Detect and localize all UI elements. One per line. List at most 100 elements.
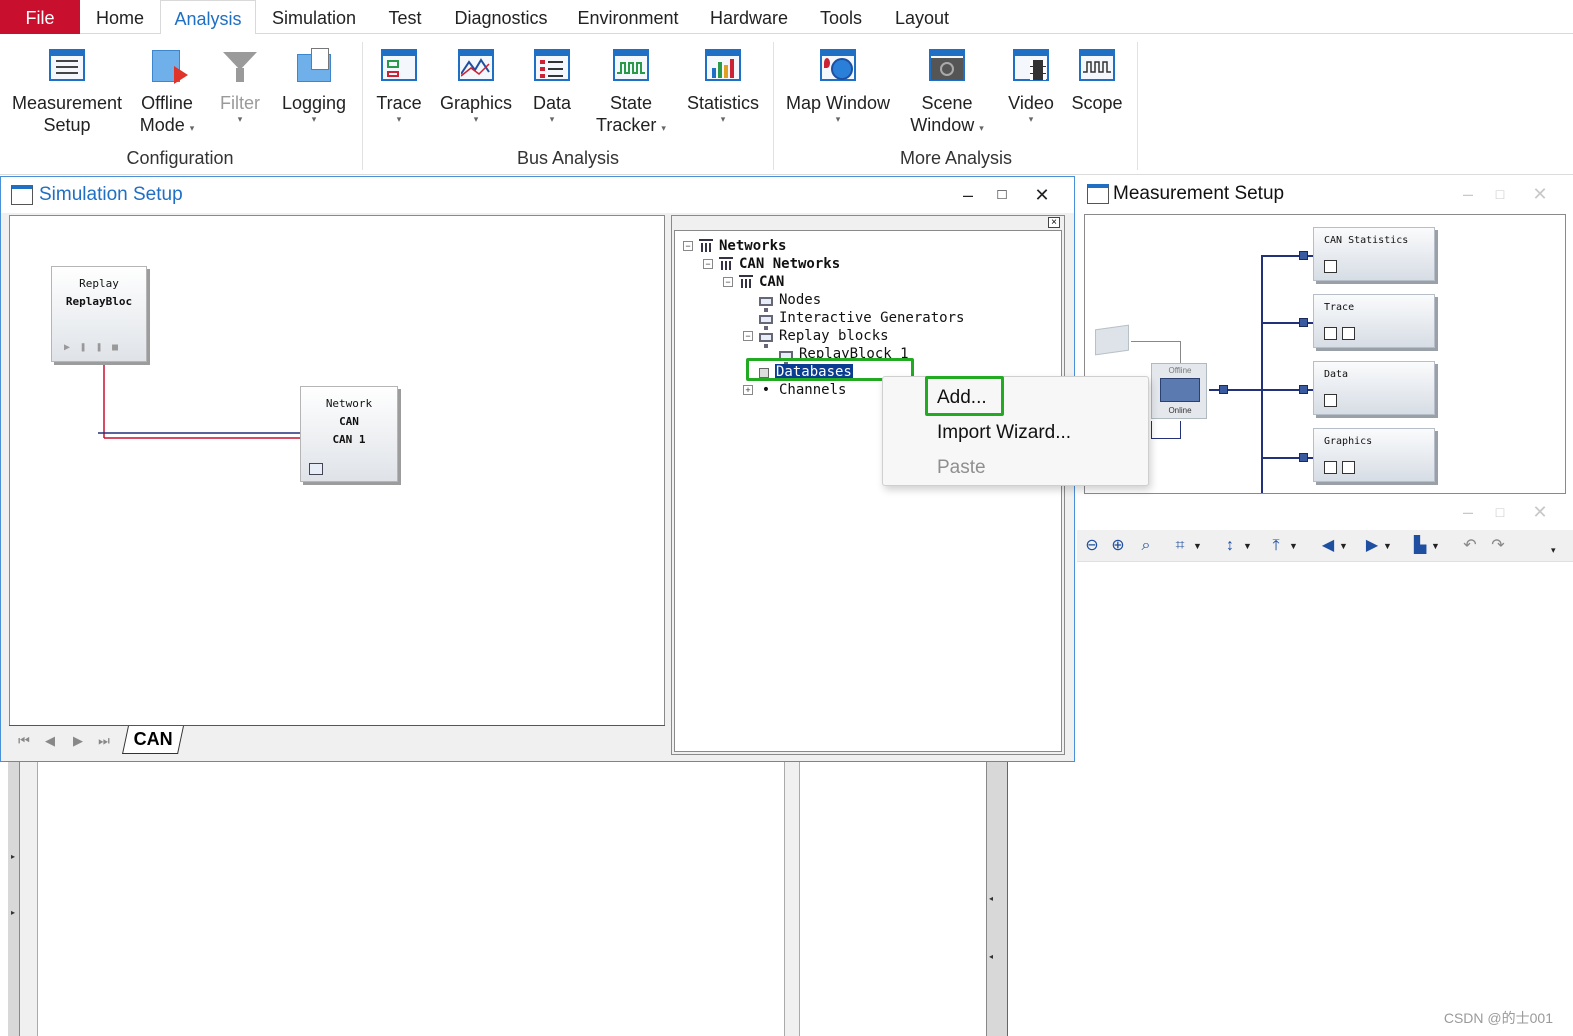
network-node-icon (309, 463, 323, 475)
trace-label: Trace (376, 93, 422, 113)
menu-tools[interactable]: Tools (808, 0, 874, 34)
state-tracker-button[interactable]: State Tracker ▾ (588, 34, 674, 139)
sheet-tab-can[interactable]: CAN (122, 726, 184, 754)
data-button[interactable]: Data ▾ (524, 34, 580, 124)
menu-home[interactable]: Home (84, 0, 156, 34)
chevron-down-icon[interactable]: ▼ (1243, 536, 1252, 556)
measurement-setup-button[interactable]: Measurement Setup (8, 34, 126, 136)
next-icon[interactable]: ▶ (1361, 536, 1383, 556)
logging-button[interactable]: Logging ▾ (278, 34, 350, 124)
toolbar-overflow-icon[interactable]: ▾ (1551, 540, 1556, 560)
graph-view-icon[interactable]: ⌗ (1169, 536, 1191, 556)
trace-button[interactable]: Trace ▾ (370, 34, 428, 124)
state-tracker-icon (612, 46, 650, 84)
tree-item-nodes[interactable]: Nodes (759, 291, 821, 312)
collapse-icon[interactable]: − (723, 277, 733, 287)
expand-icon[interactable]: + (743, 385, 753, 395)
group-bus-analysis: Bus Analysis (516, 148, 620, 168)
online-offline-switch[interactable]: Offline Online (1151, 363, 1207, 419)
data-label: Data (532, 93, 572, 113)
statistics-button[interactable]: Statistics ▾ (684, 34, 762, 124)
node-icon (759, 297, 773, 312)
graphics-block-icon (1342, 461, 1355, 474)
generator-icon (759, 315, 773, 330)
data-block[interactable]: Data (1313, 361, 1435, 415)
first-sheet-button[interactable]: ⏮ (13, 731, 35, 751)
collapse-icon[interactable]: − (683, 241, 693, 251)
chevron-down-icon[interactable]: ▼ (1289, 536, 1298, 556)
tree-item-networks[interactable]: Networks (699, 237, 786, 255)
menu-layout[interactable]: Layout (884, 0, 960, 34)
chevron-down-icon[interactable]: ▼ (1193, 536, 1202, 556)
scope-label: Scope (1071, 93, 1123, 113)
tree-item-channels[interactable]: • Channels (759, 381, 847, 399)
menu-item-import-wizard[interactable]: Import Wizard... (937, 422, 1071, 444)
replay-block[interactable]: Replay ReplayBloc ▶❚❚■ (51, 266, 147, 362)
menu-diagnostics[interactable]: Diagnostics (444, 0, 558, 34)
menu-hardware[interactable]: Hardware (700, 0, 798, 34)
close-button[interactable]: ✕ (1025, 181, 1059, 209)
offline-mode-label-2: Mode ▾ (139, 115, 195, 135)
chevron-down-icon[interactable]: ▼ (1431, 536, 1440, 556)
zoom-out-icon[interactable]: ⊖ (1081, 536, 1103, 556)
map-window-button[interactable]: Map Window ▾ (782, 34, 894, 124)
graphics-button[interactable]: Graphics ▾ (436, 34, 516, 124)
group-more-analysis: More Analysis (899, 148, 1013, 168)
minimize-button[interactable]: – (1451, 498, 1485, 526)
video-button[interactable]: Video ▾ (1002, 34, 1060, 124)
next-sheet-button[interactable]: ▶ (67, 731, 89, 751)
close-button[interactable]: ✕ (1523, 180, 1557, 208)
trace-block[interactable]: Trace (1313, 294, 1435, 348)
trace-block-icon (1342, 327, 1355, 340)
maximize-button[interactable]: □ (1483, 180, 1517, 208)
map-window-icon (819, 46, 857, 84)
simulation-canvas[interactable]: Replay ReplayBloc ▶❚❚■ Network CAN CAN 1 (9, 215, 665, 755)
menu-analysis[interactable]: Analysis (160, 0, 256, 35)
logging-icon (295, 46, 333, 84)
tree-close-button[interactable]: × (1048, 217, 1060, 228)
chevron-down-icon[interactable]: ▼ (1339, 536, 1348, 556)
menu-environment[interactable]: Environment (566, 0, 690, 34)
layout-icon[interactable]: ▙ (1409, 536, 1431, 556)
undo-icon[interactable]: ↶ (1459, 536, 1481, 556)
previous-sheet-button[interactable]: ◀ (39, 731, 61, 751)
menu-simulation[interactable]: Simulation (262, 0, 366, 34)
chevron-down-icon[interactable]: ▼ (1383, 536, 1392, 556)
scope-button[interactable]: Scope (1066, 34, 1128, 114)
network-block[interactable]: Network CAN CAN 1 (300, 386, 398, 482)
redo-icon[interactable]: ↷ (1487, 536, 1509, 556)
offline-mode-button[interactable]: Offline Mode ▾ (130, 34, 204, 139)
maximize-button[interactable]: □ (1483, 498, 1517, 526)
filter-button[interactable]: Filter ▾ (210, 34, 270, 124)
minimize-button[interactable]: – (951, 181, 985, 209)
menu-test[interactable]: Test (374, 0, 436, 34)
graphics-block[interactable]: Graphics (1313, 428, 1435, 482)
measurement-setup-titlebar[interactable]: Measurement Setup – □ ✕ (1077, 176, 1573, 212)
simulation-setup-titlebar[interactable]: Simulation Setup – □ ✕ (1, 177, 1074, 213)
zoom-fit-icon[interactable]: ⌕ (1135, 536, 1157, 556)
cursor-icon[interactable]: ↕ (1219, 536, 1241, 556)
last-sheet-button[interactable]: ⏭ (93, 731, 115, 751)
tree-item-can-networks[interactable]: CAN Networks (719, 255, 840, 273)
collapse-icon[interactable]: − (703, 259, 713, 269)
measure-cursor-icon[interactable]: ⤒ (1265, 536, 1287, 556)
previous-icon[interactable]: ◀ (1317, 536, 1339, 556)
tree-item-can[interactable]: CAN (739, 273, 784, 291)
zoom-in-icon[interactable]: ⊕ (1107, 536, 1129, 556)
right-splitter[interactable]: ◂ ◂ (986, 762, 1008, 1036)
collapse-icon[interactable]: − (743, 331, 753, 341)
background-panel-border (20, 762, 38, 1036)
can-statistics-block[interactable]: CAN Statistics (1313, 227, 1435, 281)
tree-item-replay-blocks[interactable]: Replay blocks (759, 327, 889, 348)
tree-item-interactive-generators[interactable]: Interactive Generators (759, 309, 964, 330)
close-button[interactable]: ✕ (1523, 498, 1557, 526)
minimize-button[interactable]: – (1451, 180, 1485, 208)
maximize-button[interactable]: □ (985, 181, 1019, 209)
measurement-setup-canvas[interactable]: Offline Online CAN Statistics Trace Data… (1084, 214, 1566, 494)
scene-window-button[interactable]: Scene Window ▾ (900, 34, 994, 139)
statistics-icon (704, 46, 742, 84)
measurement-setup-label-1: Measurement (11, 93, 123, 113)
menu-file[interactable]: File (0, 0, 80, 34)
left-splitter[interactable]: ▸ ▸ (8, 762, 20, 1036)
menu-bar: File Home Analysis Simulation Test Diagn… (0, 0, 1573, 35)
